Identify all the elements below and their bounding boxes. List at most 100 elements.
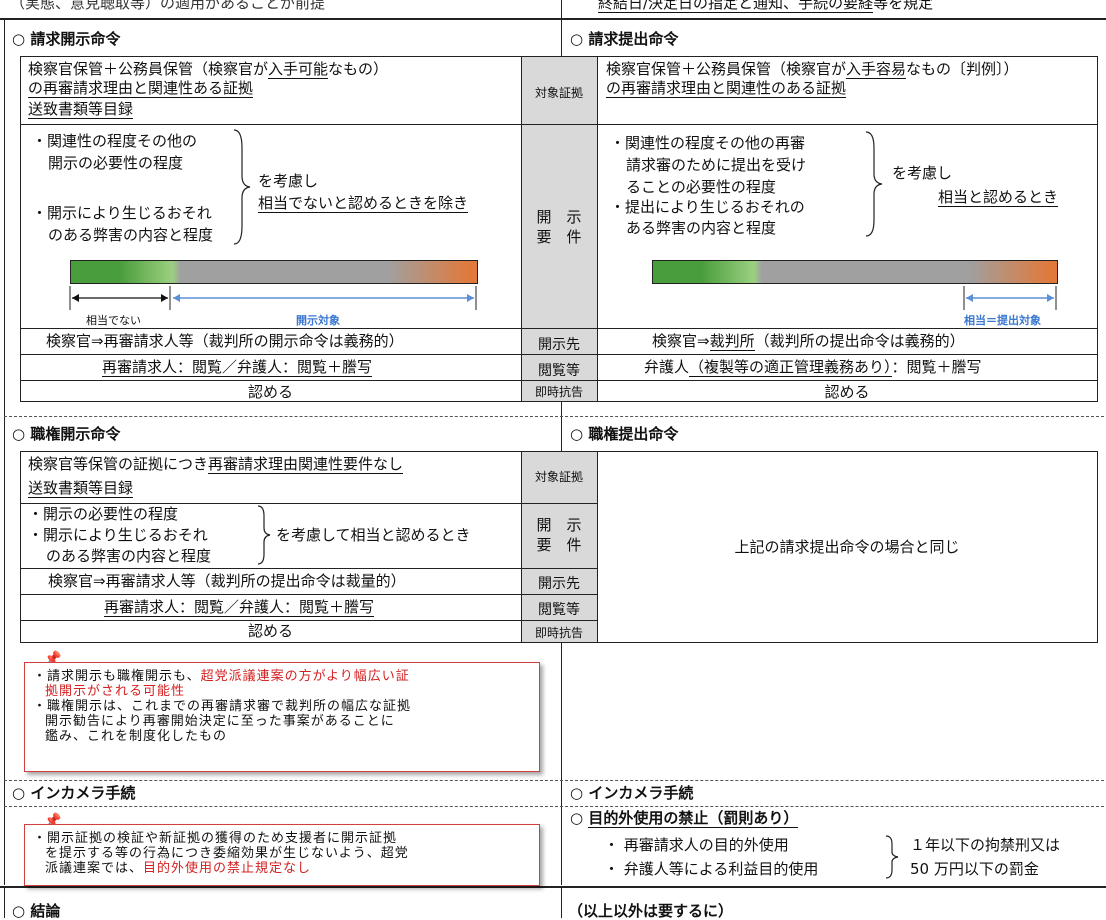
text-underlined: 再審請求人：閲覧／弁護人：閲覧＋謄写	[104, 598, 375, 617]
text-red: 超党派議連案の方がより幅広い証	[200, 669, 410, 684]
label-requirement-a: 開 示	[536, 516, 582, 534]
table-line	[1097, 56, 1098, 401]
text-underlined: 相当と認めるとき	[938, 188, 1059, 207]
section-title-text: インカメラ手続	[30, 784, 136, 802]
note-card: ・請求開示も職権開示も、超党派議連案の方がより幅広い証 拠開示がされる可能性 ・…	[24, 662, 540, 772]
req-disc-target-2: の再審請求理由と関連性ある証拠	[28, 79, 254, 98]
label-appeal: 即時抗告	[534, 626, 583, 640]
text-underlined: 裁判所	[709, 332, 755, 351]
text-underlined: 送致書類等目録	[28, 100, 134, 119]
label-requirement: 開 示要 件	[521, 207, 597, 247]
top-strip-right: 終結日/決定日の指定と通知、手続の要経等を規定	[598, 0, 934, 13]
req-sub-consider: を考慮し	[892, 164, 953, 182]
req-sub-cond-5: ある弊害の内容と程度	[626, 219, 777, 237]
text-underlined: （複製等の適正管理義務あり）	[689, 358, 892, 377]
note-line: ・職権開示は、これまでの再審請求審で裁判所の幅広な証拠	[33, 699, 412, 714]
req-disc-consider: を考慮し	[258, 172, 319, 190]
section-title-req-submission: ○ 請求提出命令	[570, 30, 679, 48]
section-title-text: 請求提出命令	[588, 30, 679, 48]
divider	[0, 18, 1106, 20]
req-disc-target-1: 検察官保管＋公務員保管（検察官が入手可能なもの）	[28, 60, 388, 79]
text: （裁判所の提出命令は義務的）	[754, 332, 965, 350]
range-bar	[70, 260, 478, 284]
req-disc-to: 検察官⇒再審請求人等（裁判所の開示命令は義務的）	[46, 332, 404, 350]
req-disc-target-3: 送致書類等目録	[28, 100, 134, 119]
note-line: 拠開示がされる可能性	[45, 684, 186, 699]
req-disc-cond-3: ・開示により生じるおそれ	[32, 204, 212, 222]
table-line	[20, 380, 1098, 381]
table-line	[20, 124, 1098, 125]
divider	[4, 888, 5, 918]
prohibition-item-2: ・ 弁護人等による利益目的使用	[604, 860, 819, 878]
req-disc-appeal: 認める	[247, 383, 293, 401]
section-title-text: 職権開示命令	[30, 425, 121, 443]
table-line	[20, 328, 1098, 329]
table-line	[20, 503, 597, 504]
text: 検察官等保管の証拠につき	[28, 455, 209, 473]
text: 弁護人	[644, 358, 690, 376]
auth-disc-target-2: 送致書類等目録	[28, 479, 134, 498]
req-sub-view: 弁護人（複製等の適正管理義務あり）：閲覧＋謄写	[644, 358, 982, 377]
label-target: 対象証拠	[534, 470, 583, 484]
table-line	[20, 451, 1098, 452]
note-line: 鑑み、これを制度化したもの	[45, 729, 228, 744]
label-requirement-b: 要 件	[536, 536, 582, 554]
text-underlined: 送致書類等目録	[28, 479, 134, 498]
req-sub-appeal: 認める	[824, 383, 870, 401]
bar-label-disclosure-target: 開示対象	[296, 314, 340, 327]
label-requirement-a: 開 示	[536, 208, 582, 226]
section-title-bottom-left: ○ 結論	[12, 902, 61, 920]
top-strip-left: （実態、意見聴取等）の適用があることが前提	[10, 0, 326, 12]
auth-disc-consider: を考慮して相当と認めるとき	[276, 526, 471, 544]
auth-disc-cond-2: ・開示により生じるおそれ	[28, 526, 208, 544]
note-line: 開示勧告により再審開始決定に至った事案があることに	[45, 714, 395, 729]
text-red: 目的外使用の禁止規定なし	[143, 861, 312, 876]
top-strip-right-c: 等を規定	[873, 0, 934, 12]
req-disc-view: 再審請求人：閲覧／弁護人：閲覧＋謄写	[102, 358, 373, 377]
brace-icon	[865, 131, 883, 237]
auth-disc-cond-3: のある弊害の内容と程度	[46, 547, 212, 565]
text: 検察官保管＋公務員保管（検察官が	[606, 60, 847, 78]
req-disc-except: 相当でないと認めるときを除き	[258, 194, 469, 213]
text-underlined: の再審請求理由と関連性のある証拠	[606, 79, 847, 98]
table-line	[20, 56, 1098, 57]
penalty-2: 50 万円以下の罰金	[910, 860, 1039, 878]
section-title-prohibition: ○ 目的外使用の禁止（罰則あり）	[570, 809, 799, 828]
top-strip-right-b: 手続の要経	[798, 0, 874, 13]
label-view: 閲覧等	[538, 363, 580, 379]
note-line: 派議連案では、目的外使用の禁止規定なし	[33, 861, 531, 876]
label-requirement: 開 示要 件	[521, 515, 597, 555]
text: ：閲覧＋謄写	[891, 358, 982, 376]
label-to: 開示先	[538, 576, 580, 592]
prohibition-item-1: ・ 再審請求人の目的外使用	[604, 836, 789, 854]
text-underlined: 相当でないと認めるときを除き	[258, 194, 469, 213]
req-sub-cond-4: ・提出により生じるおそれの	[610, 198, 805, 216]
dashed-divider	[4, 780, 1104, 781]
table-line	[20, 401, 1098, 402]
section-title-incamera-left: ○ インカメラ手続	[12, 784, 136, 802]
table-line	[20, 594, 597, 595]
req-sub-to: 検察官⇒裁判所（裁判所の提出命令は義務的）	[652, 332, 965, 351]
section-title-text: 結論	[30, 902, 61, 920]
label-view: 閲覧等	[538, 602, 580, 618]
table-line	[20, 451, 21, 642]
label-requirement-b: 要 件	[536, 228, 582, 246]
label-to: 開示先	[538, 337, 580, 353]
brace-icon	[233, 129, 251, 245]
section-title-bottom-right: （以上以外は要するに）	[568, 902, 734, 920]
section-title-req-disclosure: ○ 請求開示命令	[12, 30, 121, 48]
section-title-text: 職権提出命令	[588, 425, 679, 443]
text-underlined: 再審請求理由関連性要件なし	[208, 455, 404, 474]
auth-disc-view: 再審請求人：閲覧／弁護人：閲覧＋謄写	[104, 598, 375, 617]
table-line	[20, 56, 21, 401]
dashed-divider	[4, 806, 1104, 807]
note-line: を提示する等の行為につき委縮効果が生じないよう、超党	[45, 846, 409, 861]
auth-disc-target-1: 検察官等保管の証拠につき再審請求理由関連性要件なし	[28, 455, 404, 474]
divider	[0, 886, 1106, 888]
auth-disc-appeal: 認める	[247, 622, 293, 640]
table-line	[597, 56, 598, 401]
section-title-text: インカメラ手続	[588, 784, 694, 802]
penalty-1: １年以下の拘禁刑又は	[910, 836, 1061, 854]
table-line	[20, 568, 597, 569]
table-line	[20, 642, 1098, 643]
